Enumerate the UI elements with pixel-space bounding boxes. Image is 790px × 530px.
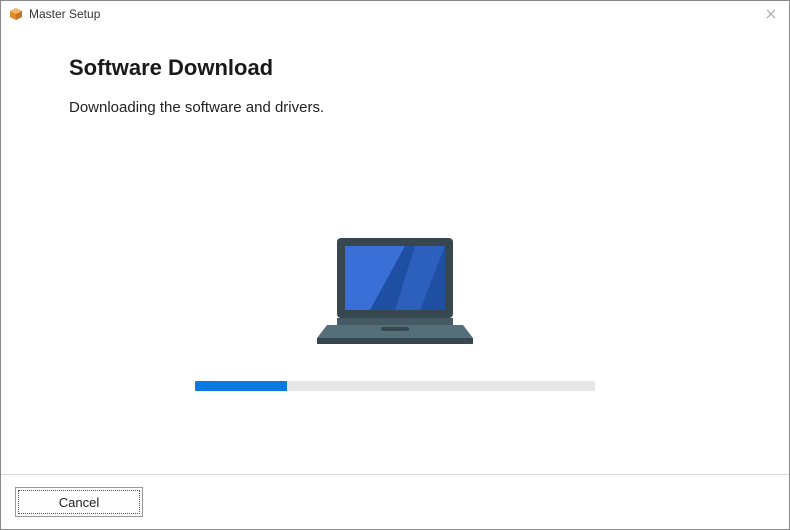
content-area: Software Download Downloading the softwa…: [1, 27, 789, 474]
package-icon: [9, 7, 23, 21]
window-title: Master Setup: [29, 7, 100, 21]
page-subtext: Downloading the software and drivers.: [69, 99, 721, 116]
laptop-illustration: [69, 236, 721, 351]
progress-bar: [195, 381, 595, 391]
installer-window: Master Setup Software Download Downloadi…: [0, 0, 790, 530]
close-button[interactable]: [761, 4, 781, 24]
close-icon: [766, 6, 776, 22]
laptop-icon: [315, 236, 475, 351]
titlebar: Master Setup: [1, 1, 789, 27]
cancel-button[interactable]: Cancel: [15, 487, 143, 517]
progress-fill: [195, 381, 287, 391]
titlebar-left: Master Setup: [9, 7, 100, 21]
progress-container: [69, 381, 721, 391]
page-title: Software Download: [69, 55, 721, 81]
footer-bar: Cancel: [1, 474, 789, 529]
